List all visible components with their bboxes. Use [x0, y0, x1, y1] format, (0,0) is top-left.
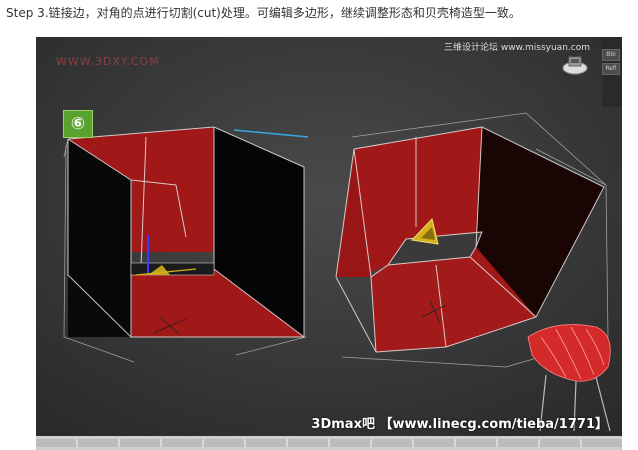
forum-label: 三维设计论坛 www.missyuan.com — [444, 43, 590, 53]
scene-canvas[interactable] — [36, 37, 622, 436]
side-panel: Bbi Refi — [602, 37, 622, 107]
left-box-object[interactable] — [63, 126, 307, 363]
panel-button-1[interactable]: Bbi — [602, 49, 620, 61]
tutorial-caption: Step 3.链接边，对角的点进行切割(cut)处理。可编辑多边形，继续调整形态… — [6, 6, 521, 20]
site-watermark: WWW.3DXY.COM — [56, 55, 160, 68]
step-badge: ⑥ — [63, 110, 93, 138]
timeline-track[interactable] — [36, 439, 622, 447]
steering-wheel-icon[interactable] — [560, 55, 590, 75]
footer-credit: 3Dmax吧 【www.linecg.com/tieba/1771】 — [311, 417, 608, 432]
timeline-bar[interactable] — [36, 436, 622, 450]
3d-viewport[interactable]: WWW.3DXY.COM 三维设计论坛 www.missyuan.com Bbi… — [36, 37, 622, 436]
panel-button-2[interactable]: Refi — [602, 63, 620, 75]
